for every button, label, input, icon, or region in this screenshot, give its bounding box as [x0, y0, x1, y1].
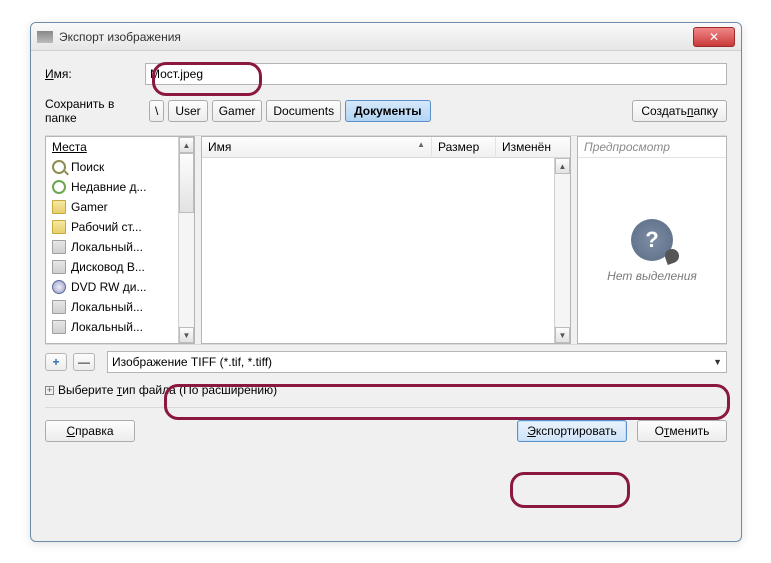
filename-label: Имя: — [45, 67, 145, 81]
help-button[interactable]: Справка — [45, 420, 135, 442]
places-scrollbar[interactable]: ▲ ▼ — [178, 137, 194, 343]
remove-bookmark-button[interactable]: — — [73, 353, 95, 371]
place-label: DVD RW ди... — [71, 280, 147, 294]
dvd-icon — [52, 280, 66, 294]
preview-body: ? Нет выделения — [578, 158, 726, 343]
chevron-down-icon: ▼ — [713, 357, 722, 367]
export-dialog: Экспорт изображения ✕ Имя: Сохранить в п… — [30, 22, 742, 542]
place-desktop[interactable]: Рабочий ст... — [46, 217, 178, 237]
export-button[interactable]: Экспортировать — [517, 420, 627, 442]
scroll-track[interactable] — [179, 213, 194, 327]
breadcrumb-user[interactable]: User — [168, 100, 207, 122]
column-name[interactable]: Имя ▲ — [202, 137, 432, 157]
place-label: Поиск — [71, 160, 104, 174]
filetype-expander[interactable]: + Выберите тип файла (По расширению) — [45, 375, 727, 407]
expander-label: Выберите тип файла (По расширению) — [58, 383, 277, 397]
filelist-scrollbar[interactable]: ▲ ▼ — [554, 158, 570, 343]
place-label: Локальный... — [71, 240, 143, 254]
file-list-header: Имя ▲ Размер Изменён — [202, 137, 570, 158]
place-label: Дисковод B... — [71, 260, 145, 274]
window-title: Экспорт изображения — [59, 30, 693, 44]
place-local-3[interactable]: Локальный... — [46, 317, 178, 337]
places-panel: Места Поиск Недавние д... Gamer Рабочий … — [45, 136, 195, 344]
drive-icon — [52, 300, 66, 314]
place-local-2[interactable]: Локальный... — [46, 297, 178, 317]
place-dvd[interactable]: DVD RW ди... — [46, 277, 178, 297]
add-bookmark-button[interactable]: + — [45, 353, 67, 371]
place-local-1[interactable]: Локальный... — [46, 237, 178, 257]
breadcrumb-gamer[interactable]: Gamer — [212, 100, 263, 122]
scroll-down-icon[interactable]: ▼ — [179, 327, 194, 343]
place-gamer[interactable]: Gamer — [46, 197, 178, 217]
scroll-up-icon[interactable]: ▲ — [555, 158, 570, 174]
question-icon: ? — [631, 219, 673, 261]
sort-asc-icon: ▲ — [417, 140, 425, 149]
scroll-track[interactable] — [555, 174, 570, 327]
folder-icon — [52, 200, 66, 214]
places-list: Места Поиск Недавние д... Gamer Рабочий … — [46, 137, 178, 343]
drive-icon — [52, 240, 66, 254]
scroll-up-icon[interactable]: ▲ — [179, 137, 194, 153]
search-icon — [52, 160, 66, 174]
app-icon — [37, 31, 53, 43]
breadcrumb-documents[interactable]: Documents — [266, 100, 341, 122]
column-modified[interactable]: Изменён — [496, 137, 570, 157]
file-list-body[interactable]: ▲ ▼ — [202, 158, 570, 343]
place-label: Рабочий ст... — [71, 220, 142, 234]
cancel-button[interactable]: Отменить — [637, 420, 727, 442]
place-floppy[interactable]: Дисковод B... — [46, 257, 178, 277]
drive-icon — [52, 260, 66, 274]
minus-icon: — — [78, 355, 90, 369]
column-size[interactable]: Размер — [432, 137, 496, 157]
filetype-select[interactable]: Изображение TIFF (*.tif, *.tiff) ▼ — [107, 351, 727, 373]
save-in-label: Сохранить в папке — [45, 97, 145, 125]
expand-icon: + — [45, 386, 54, 395]
plus-icon: + — [52, 355, 59, 369]
titlebar[interactable]: Экспорт изображения ✕ — [31, 23, 741, 51]
place-label: Gamer — [71, 200, 108, 214]
close-button[interactable]: ✕ — [693, 27, 735, 47]
dialog-content: Имя: Сохранить в папке \ User Gamer Docu… — [31, 51, 741, 442]
preview-panel: Предпросмотр ? Нет выделения — [577, 136, 727, 344]
create-folder-button[interactable]: Создать папку — [632, 100, 727, 122]
save-in-row: Сохранить в папке \ User Gamer Documents… — [45, 97, 727, 125]
dialog-footer: Справка Экспортировать Отменить — [45, 407, 727, 442]
places-header[interactable]: Места — [46, 137, 178, 157]
scroll-thumb[interactable] — [179, 153, 194, 213]
close-icon: ✕ — [709, 30, 719, 44]
folder-icon — [52, 220, 66, 234]
recent-icon — [52, 180, 66, 194]
preview-empty-text: Нет выделения — [607, 269, 697, 283]
breadcrumb-current[interactable]: Документы — [345, 100, 430, 122]
breadcrumb-root[interactable]: \ — [149, 100, 164, 122]
scroll-down-icon[interactable]: ▼ — [555, 327, 570, 343]
filename-input[interactable] — [145, 63, 727, 85]
drive-icon — [52, 320, 66, 334]
place-label: Локальный... — [71, 300, 143, 314]
filetype-value: Изображение TIFF (*.tif, *.tiff) — [112, 355, 272, 369]
place-label: Локальный... — [71, 320, 143, 334]
file-list: Имя ▲ Размер Изменён ▲ ▼ — [201, 136, 571, 344]
file-browser: Места Поиск Недавние д... Gamer Рабочий … — [45, 135, 727, 345]
place-search[interactable]: Поиск — [46, 157, 178, 177]
column-label: Имя — [208, 140, 231, 154]
bookmark-and-type-row: + — Изображение TIFF (*.tif, *.tiff) ▼ — [45, 345, 727, 375]
preview-header: Предпросмотр — [578, 137, 726, 158]
place-recent[interactable]: Недавние д... — [46, 177, 178, 197]
place-label: Недавние д... — [71, 180, 146, 194]
filename-row: Имя: — [45, 63, 727, 85]
